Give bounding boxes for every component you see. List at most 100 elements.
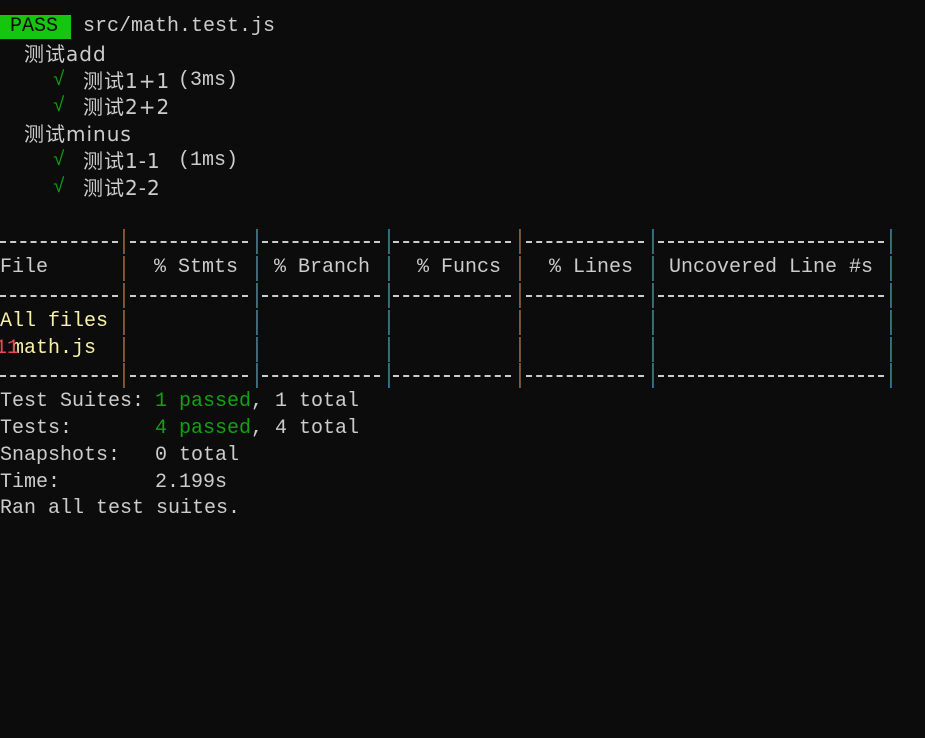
- divider: [256, 256, 258, 282]
- divider: [123, 256, 125, 282]
- test-duration: (1ms): [178, 148, 239, 172]
- divider: [658, 375, 884, 378]
- divider: [519, 256, 521, 282]
- snapshots-value: 0 total: [155, 443, 240, 467]
- test-file-header: PASS src/math.test.js: [0, 14, 275, 41]
- divider: [388, 363, 390, 389]
- suites-total: , 1 total: [251, 390, 360, 414]
- divider: [393, 375, 511, 378]
- divider: [652, 229, 654, 255]
- table-row: math.js 60 100 50 60 8,11: [0, 336, 892, 363]
- test-result: √ 测试1+1 (3ms): [0, 68, 238, 95]
- divider: [123, 282, 125, 308]
- suite-name: 测试minus: [0, 121, 131, 148]
- divider: [388, 282, 390, 308]
- divider: [890, 336, 892, 362]
- terminal-output: PASS src/math.test.js 测试add √ 测试1+1 (3ms…: [0, 14, 892, 523]
- file-name: All files: [0, 309, 109, 333]
- column-header-uncovered: Uncovered Line #s: [669, 256, 874, 280]
- divider: [526, 294, 644, 297]
- divider: [123, 229, 125, 255]
- divider: [123, 363, 125, 389]
- column-header-lines: % Lines: [549, 256, 634, 280]
- divider: [890, 309, 892, 335]
- check-icon: √: [53, 175, 66, 199]
- test-name: 测试2-2: [83, 175, 161, 200]
- test-result: √ 测试2-2: [0, 175, 160, 202]
- divider: [393, 241, 511, 244]
- uncovered-lines-value: 8,11: [0, 336, 20, 360]
- divider: [652, 282, 654, 308]
- summary-test-suites: Test Suites: 1 passed , 1 total: [0, 389, 359, 416]
- time-value: 2.199s: [155, 470, 228, 494]
- divider: [0, 375, 118, 378]
- suite-name-label: 测试minus: [24, 122, 132, 147]
- summary-tests: Tests: 4 passed , 4 total: [0, 416, 359, 443]
- divider: [130, 241, 248, 244]
- divider: [256, 363, 258, 389]
- column-header-file: File: [0, 256, 49, 280]
- divider: [256, 229, 258, 255]
- divider: [388, 229, 390, 255]
- divider: [0, 294, 118, 297]
- divider: [890, 229, 892, 255]
- table-border: [0, 228, 892, 255]
- divider: [388, 309, 390, 335]
- check-icon: √: [53, 68, 66, 92]
- summary-footer: Ran all test suites.: [0, 496, 240, 523]
- divider: [123, 336, 125, 362]
- table-header-row: File % Stmts % Branch % Funcs % Lines Un…: [0, 255, 892, 282]
- divider: [256, 282, 258, 308]
- suite-name: 测试add: [0, 41, 106, 68]
- divider: [652, 363, 654, 389]
- check-icon: √: [53, 148, 66, 172]
- divider: [393, 294, 511, 297]
- test-duration: (3ms): [178, 68, 239, 92]
- divider: [519, 336, 521, 362]
- test-name: 测试1-1: [83, 148, 161, 173]
- divider: [652, 256, 654, 282]
- test-name: 测试2+2: [83, 95, 171, 120]
- table-border: [0, 282, 892, 309]
- check-icon: √: [53, 95, 66, 119]
- divider: [256, 309, 258, 335]
- divider: [388, 336, 390, 362]
- suite-name-label: 测试add: [24, 41, 107, 66]
- test-result: √ 测试2+2: [0, 94, 169, 121]
- divider: [519, 309, 521, 335]
- divider: [130, 294, 248, 297]
- table-row: All files 60 100 50 60: [0, 309, 892, 336]
- divider: [256, 336, 258, 362]
- divider: [526, 241, 644, 244]
- summary-time: Time: 2.199s: [0, 470, 227, 497]
- test-result: √ 测试1-1 (1ms): [0, 148, 238, 175]
- coverage-table: File % Stmts % Branch % Funcs % Lines Un…: [0, 228, 892, 389]
- table-border: [0, 362, 892, 389]
- pass-badge: PASS: [0, 15, 71, 39]
- divider: [262, 294, 380, 297]
- divider: [262, 241, 380, 244]
- divider: [658, 294, 884, 297]
- divider: [130, 375, 248, 378]
- test-name: 测试1+1: [83, 68, 171, 93]
- divider: [890, 363, 892, 389]
- tests-passed: 4 passed: [155, 416, 252, 440]
- tests-total: , 4 total: [251, 416, 360, 440]
- divider: [0, 241, 118, 244]
- suites-passed: 1 passed: [155, 390, 252, 414]
- divider: [123, 309, 125, 335]
- divider: [519, 282, 521, 308]
- column-header-funcs: % Funcs: [417, 256, 502, 280]
- footer-message: Ran all test suites.: [0, 497, 241, 521]
- summary-label: Time:: [0, 470, 61, 494]
- divider: [652, 336, 654, 362]
- divider: [652, 309, 654, 335]
- divider: [526, 375, 644, 378]
- divider: [388, 256, 390, 282]
- summary-snapshots: Snapshots: 0 total: [0, 443, 239, 470]
- summary-label: Tests:: [0, 416, 73, 440]
- test-file-path: src/math.test.js: [83, 15, 276, 38]
- divider: [658, 241, 884, 244]
- divider: [262, 375, 380, 378]
